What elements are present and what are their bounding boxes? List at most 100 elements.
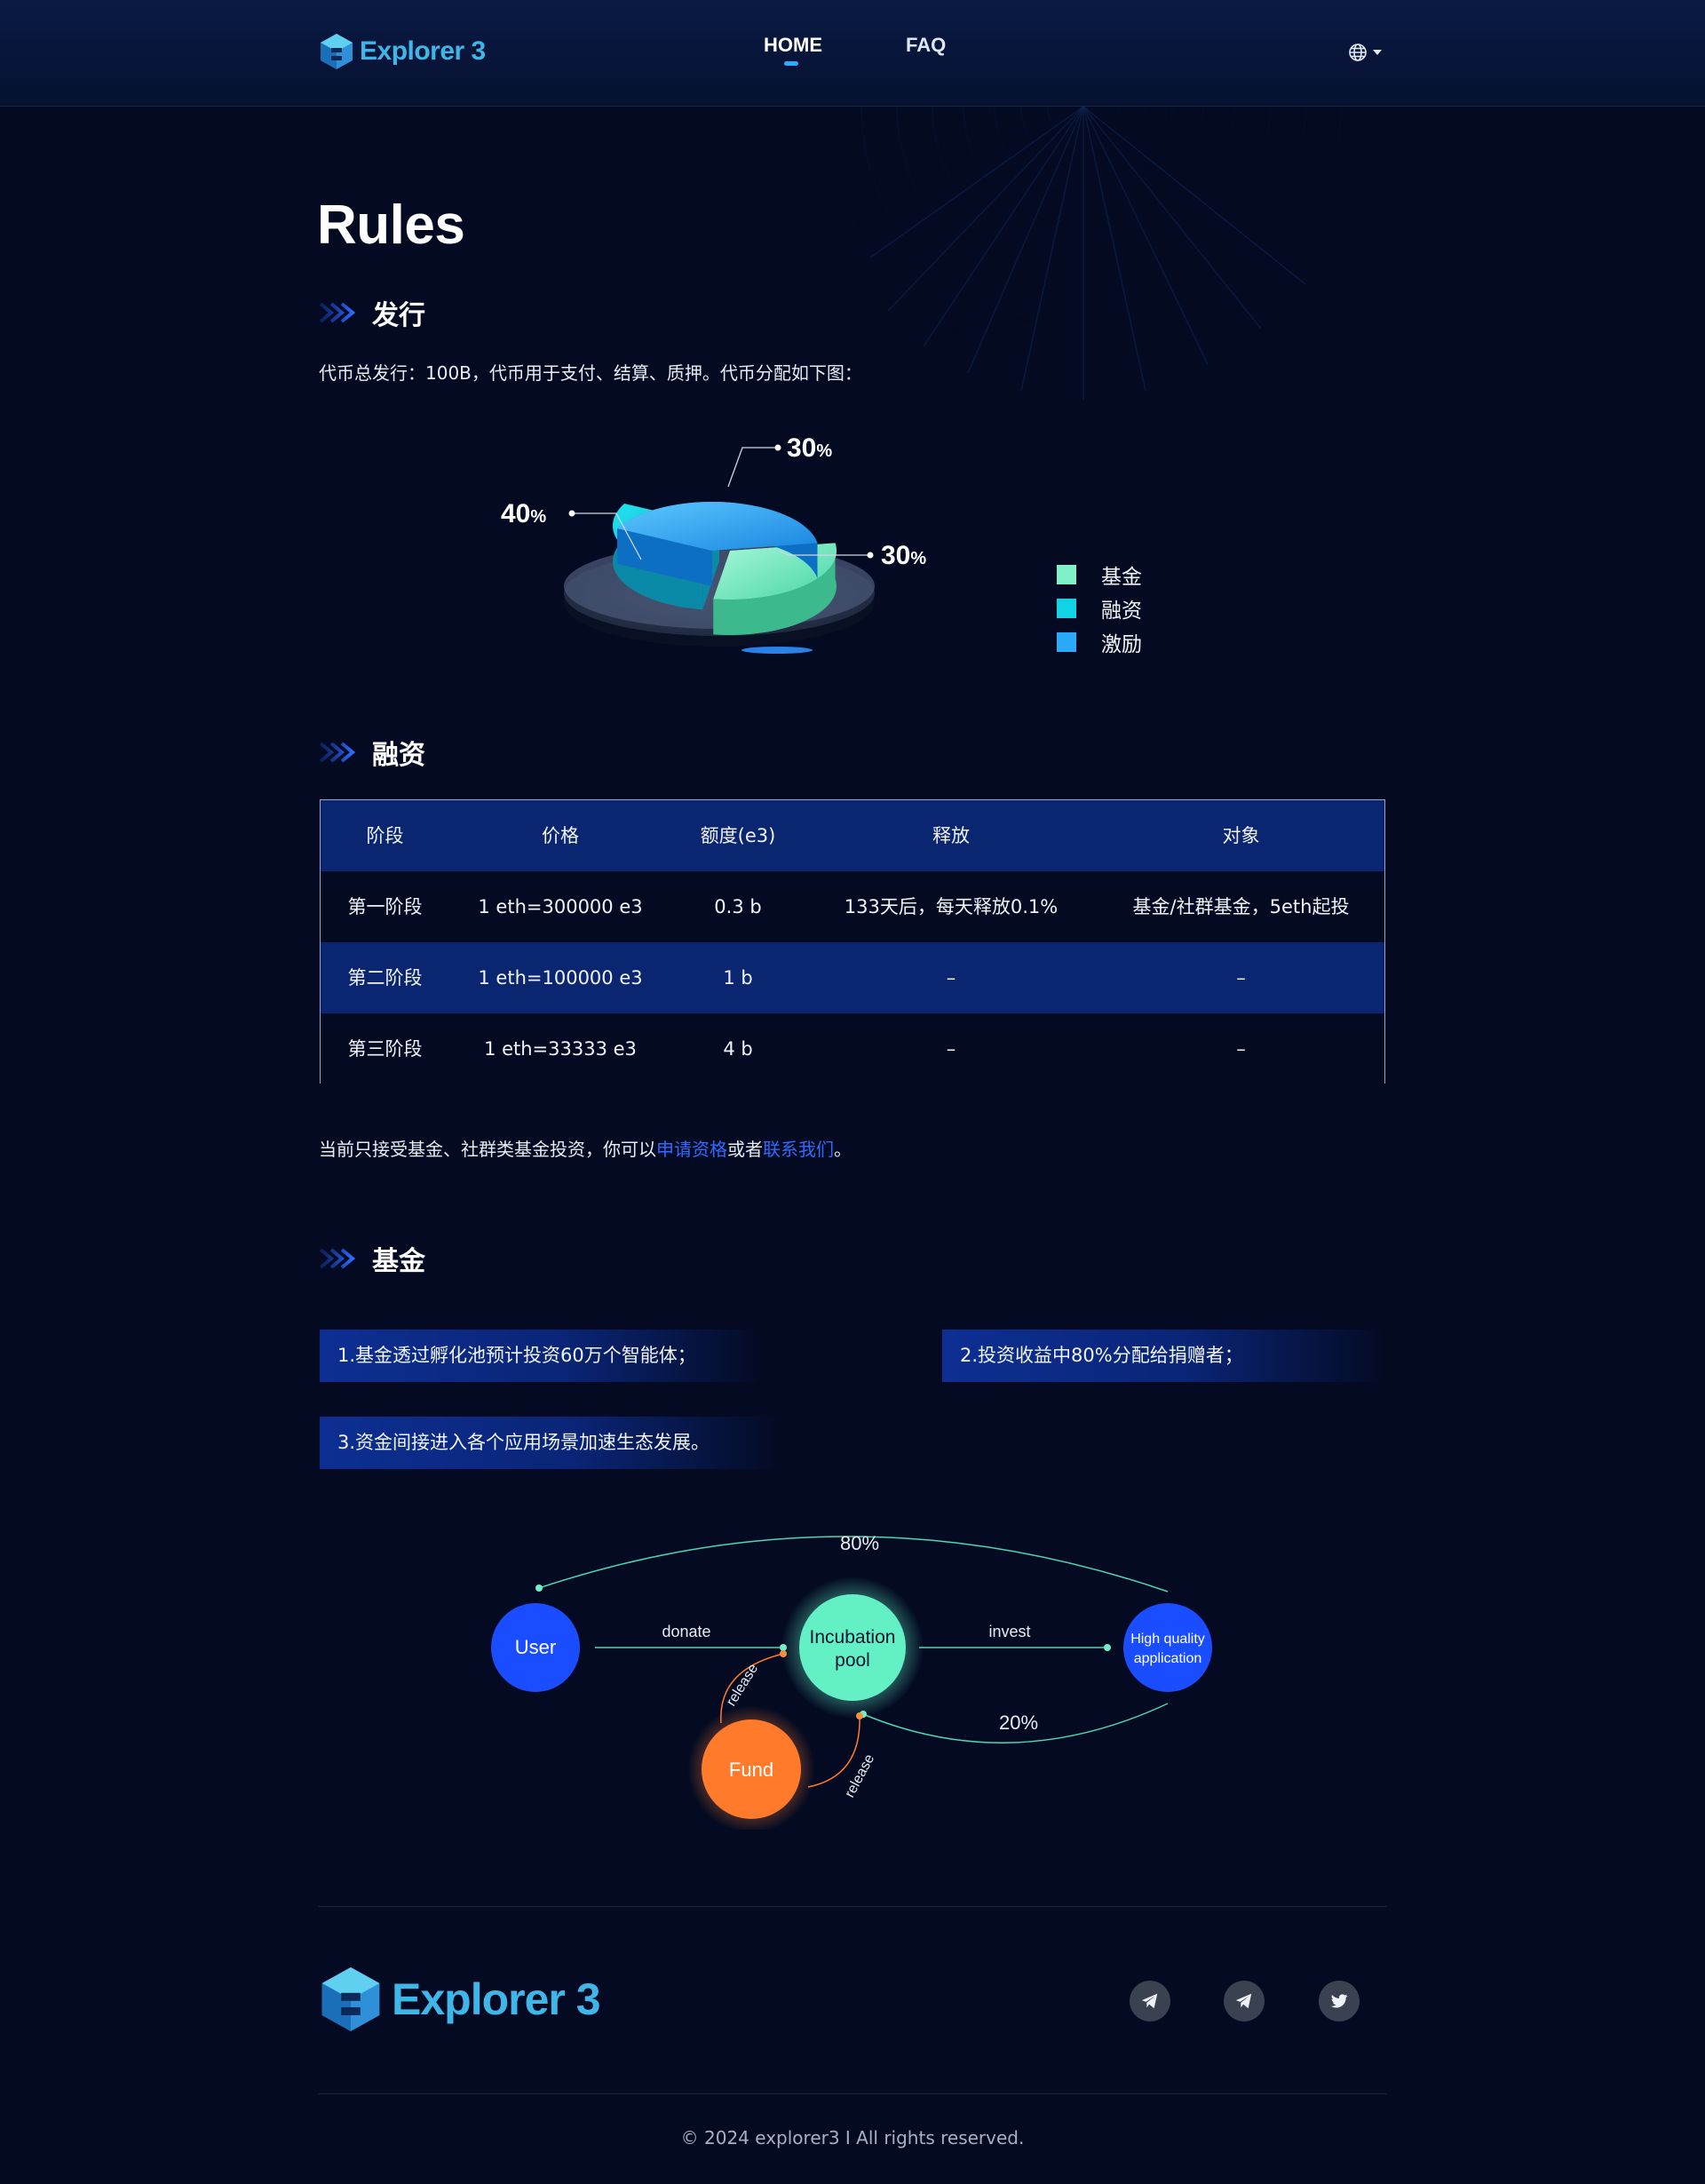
donate-label: donate [662,1623,710,1640]
legend-swatch [1057,565,1076,584]
note-text: 当前只接受基金、社群类基金投资，你可以 [319,1139,656,1160]
apply-link[interactable]: 申请资格 [656,1139,727,1160]
table-cell: – [946,967,956,989]
page: Explorer 3 HOME FAQ Rules 发行 代币总发行：100B，… [0,0,1705,2184]
release-label: release [843,1751,878,1799]
pie-leader-dot [774,444,781,451]
financing-table: 阶段 价格 额度(e3) 释放 对象 第一阶段 1 eth=300000 e3 … [320,799,1385,1084]
page-title: Rules [317,195,465,256]
twitter-link[interactable] [1319,1981,1360,2021]
table-cell: 0.3 b [714,896,762,917]
incubation-label: pool [835,1650,870,1671]
table-cell: 133天后，每天释放0.1% [844,896,1059,917]
application-label: application [1134,1651,1202,1666]
fund-point: 2.投资收益中80%分配给捐赠者； [942,1330,1386,1382]
legend-swatch [1057,632,1076,652]
globe-icon [1349,44,1367,61]
legend-label: 融资 [1101,600,1142,623]
pie-leader-dot [867,552,874,559]
table-cell: 1 b [723,967,753,989]
application-label: High quality [1130,1632,1205,1647]
nav-faq[interactable]: FAQ [906,34,946,57]
table-header-cell: 额度(e3) [700,825,776,846]
telegram-link[interactable] [1224,1981,1265,2021]
table-header-cell: 释放 [932,825,970,846]
table-cell: 第二阶段 [347,967,423,989]
incubation-pool-node [799,1594,906,1701]
telegram-icon [1235,1993,1252,2009]
table-cell: 4 b [723,1038,753,1060]
fund-point: 1.基金透过孵化池预计投资60万个智能体； [320,1330,764,1382]
table-cell: – [1236,967,1246,989]
top-navbar: Explorer 3 HOME FAQ [0,0,1705,107]
footer-divider [319,1906,1386,1907]
arc-dot [535,1584,543,1592]
nav-home[interactable]: HOME [764,34,822,57]
pie-value-label: 30% [787,433,832,463]
table-cell: – [946,1038,956,1060]
table-cell: 第一阶段 [347,896,423,917]
fund-flow-diagram: User Incubation pool Fund High quality a… [491,1532,1212,1830]
fund-label: Fund [729,1759,773,1781]
fund-point: 3.资金间接进入各个应用场景加速生态发展。 [320,1417,781,1469]
financing-note: 当前只接受基金、社群类基金投资，你可以申请资格或者联系我们。 [319,1135,852,1161]
table-header-cell: 对象 [1222,825,1260,846]
chevron-down-icon [1373,50,1382,55]
chart-legend: 基金 融资 激励 [1057,558,1142,659]
section-heading-issuance: 发行 [319,293,425,332]
legend-item: 激励 [1057,625,1142,659]
table-cell: 1 eth=33333 e3 [484,1038,637,1060]
table-row: 第一阶段 1 eth=300000 e3 0.3 b 133天后，每天释放0.1… [321,871,1384,942]
section-title: 融资 [372,740,425,771]
legend-label: 基金 [1101,566,1142,589]
application-node [1123,1603,1212,1692]
pie-value-label: 30% [881,541,926,570]
pct-80-label: 80% [840,1532,879,1554]
pie-leader-dot [568,510,575,517]
table-cell: 1 eth=100000 e3 [478,967,643,989]
pct-20-label: 20% [999,1711,1038,1734]
table-cell: – [1236,1038,1246,1060]
footer-logo[interactable]: Explorer 3 [319,1963,601,2036]
token-allocation-chart: 30% 30% 40% [480,417,959,702]
table-cell: 1 eth=300000 e3 [478,896,643,917]
section-heading-fund: 基金 [319,1239,425,1278]
logo-cube-icon [321,1967,380,2031]
footer-logo-text: Explorer 3 [392,1974,601,2024]
contact-link[interactable]: 联系我们 [763,1139,834,1160]
chevrons-icon [319,742,356,763]
issuance-description: 代币总发行：100B，代币用于支付、结算、质押。代币分配如下图： [319,362,862,384]
table-header-row: 阶段 价格 额度(e3) 释放 对象 [321,800,1384,871]
telegram-link[interactable] [1130,1981,1170,2021]
table-row: 第二阶段 1 eth=100000 e3 1 b – – [321,942,1384,1013]
legend-swatch [1057,599,1076,618]
pie-leader-line [727,447,778,488]
main-nav: HOME FAQ [0,34,1705,69]
incubation-label: Incubation [810,1627,896,1648]
chevrons-icon [319,1248,356,1269]
table-cell: 基金/社群基金，5eth起投 [1132,896,1350,917]
twitter-icon [1330,1994,1348,2008]
section-title: 发行 [372,300,425,331]
line-dot [1104,1644,1111,1651]
nav-active-indicator [784,61,798,66]
table-cell: 第三阶段 [347,1038,423,1060]
legend-item: 基金 [1057,558,1142,592]
copyright-text: © 2024 explorer3 I All rights reserved. [680,2127,1025,2148]
legend-item: 融资 [1057,592,1142,625]
pie-value-label: 40% [501,499,546,528]
user-label: User [515,1636,556,1658]
invest-label: invest [988,1623,1030,1640]
table-header-cell: 价格 [542,825,579,846]
legend-label: 激励 [1101,633,1142,656]
table-header-cell: 阶段 [366,825,404,846]
section-heading-financing: 融资 [319,733,425,772]
telegram-icon [1141,1993,1158,2009]
pie-chart: 30% 30% 40% [501,433,926,654]
note-text: 。 [834,1139,852,1160]
footer-divider [319,2093,1386,2094]
section-title: 基金 [372,1246,425,1277]
chevrons-icon [319,302,356,323]
language-selector[interactable] [1348,43,1382,62]
table-row: 第三阶段 1 eth=33333 e3 4 b – – [321,1013,1384,1084]
